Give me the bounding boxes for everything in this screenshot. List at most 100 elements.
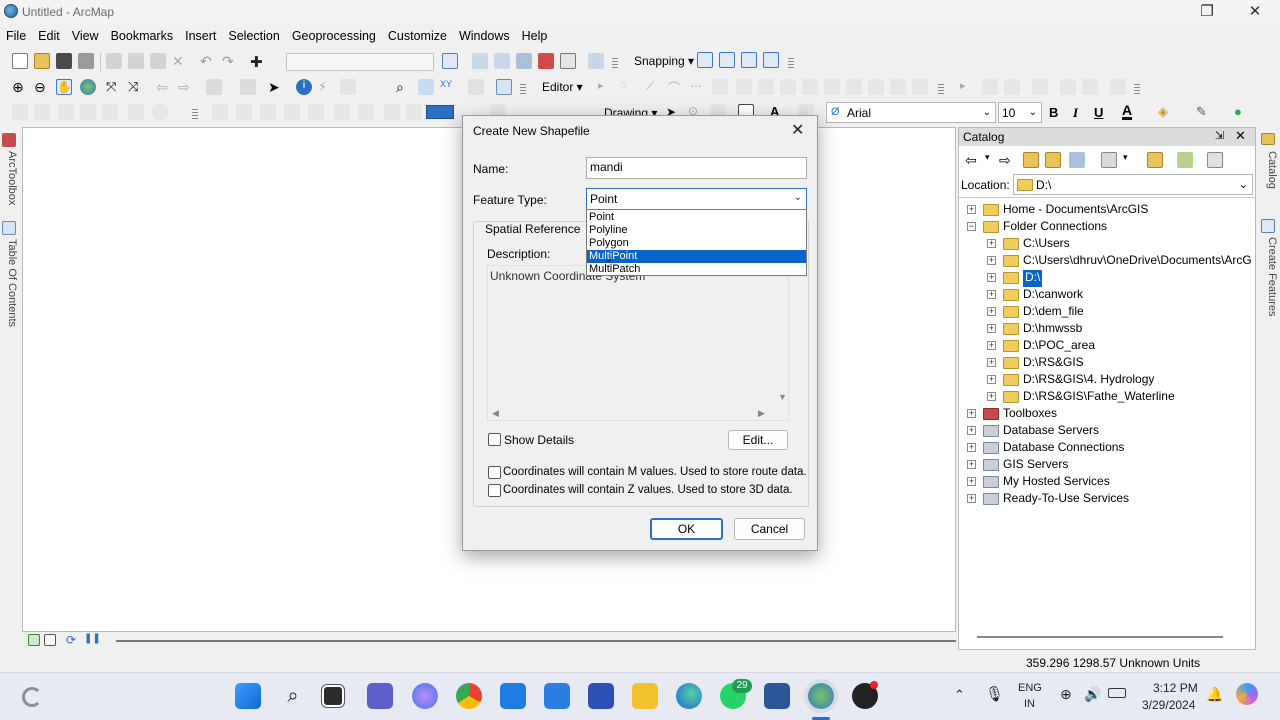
menu-customize[interactable]: Customize [382,26,453,43]
spatial-adjust-icon[interactable] [1032,79,1048,95]
georef-tool-4-icon[interactable] [284,104,300,120]
select-features-icon[interactable] [206,79,222,95]
edge-snapping-icon[interactable] [763,52,779,68]
paste-icon[interactable] [150,53,166,69]
go-to-xy-icon[interactable]: XY [440,79,456,95]
dialog-close-button[interactable]: ✕ [791,120,804,140]
search-window-icon[interactable] [516,53,532,69]
menu-edit[interactable]: Edit [32,26,66,43]
back-extent-icon[interactable]: ⇦ [156,79,172,95]
point-snapping-icon[interactable] [697,52,713,68]
tree-expander-icon[interactable]: + [967,409,976,418]
tree-expander-icon[interactable]: + [987,324,996,333]
font-color-button[interactable]: A [1122,103,1133,120]
create-features-icon[interactable] [890,79,906,95]
ok-button[interactable]: OK [650,518,723,540]
fill-color-swatch[interactable] [426,105,454,119]
attributes-icon[interactable] [846,79,862,95]
clock-date[interactable]: 3/29/2024 [1142,698,1195,712]
menu-help[interactable]: Help [516,26,554,43]
new-document-icon[interactable] [12,53,28,69]
cut-icon[interactable] [106,53,122,69]
chrome-icon[interactable] [456,683,482,709]
toolbar-grip[interactable] [1134,84,1140,96]
tree-expander-icon[interactable]: + [987,307,996,316]
option-multipatch[interactable]: MultiPatch [587,263,806,276]
fill-bucket-icon[interactable]: ◈ [1158,104,1174,120]
tab-create-features[interactable]: Create Features [1262,237,1278,316]
toolbar-grip[interactable] [938,84,944,96]
line-color-icon[interactable]: ✎ [1196,104,1212,120]
scroll-down-icon[interactable]: ▼ [778,392,787,402]
undo-icon[interactable]: ↶ [200,53,216,69]
fixed-zoom-layout-icon[interactable] [128,104,144,120]
chevron-up-icon[interactable]: ⌃ [954,687,965,703]
clear-selection-icon[interactable] [240,79,256,95]
option-polygon[interactable]: Polygon [587,237,806,250]
refresh-icon[interactable]: ⟳ [66,633,82,649]
layout-zoom-in-icon[interactable] [12,104,28,120]
show-details-checkbox[interactable] [488,433,501,446]
tree-expander-icon[interactable]: + [967,205,976,214]
description-box[interactable]: Unknown Coordinate System ▼ ◀ ▶ [487,265,789,421]
back-arrow-icon[interactable]: ⇦ [965,152,981,168]
menu-selection[interactable]: Selection [222,26,285,43]
scroll-left-icon[interactable]: ◀ [492,408,499,419]
zoom-100-icon[interactable] [102,104,118,120]
copilot-pre-icon[interactable] [1236,683,1258,705]
tree-item[interactable]: Toolboxes [1003,406,1057,423]
tab-catalog[interactable]: Catalog [1262,151,1278,189]
region-indicator[interactable]: IN [1024,698,1035,710]
html-popup-icon[interactable] [340,79,356,95]
arcmap-taskbar-icon[interactable] [808,683,834,709]
redo-icon[interactable]: ↷ [222,53,238,69]
close-icon[interactable]: ✕ [1235,128,1246,144]
hyperlink-icon[interactable]: ⚡ [318,79,334,95]
fixed-zoom-out-icon[interactable]: ⤨ [128,79,144,95]
measure-icon[interactable] [1004,79,1020,95]
start-windows-icon[interactable] [235,683,261,709]
tree-item[interactable]: C:\Users [1023,236,1070,253]
task-view-icon[interactable] [321,684,345,708]
pin-icon[interactable]: ⇲ [1215,129,1224,142]
tree-expander-icon[interactable]: + [987,375,996,384]
tree-item[interactable]: Home - Documents\ArcGIS [1003,202,1148,219]
point-icon[interactable] [712,79,728,95]
zoom-whole-page-icon[interactable] [80,104,96,120]
close-window-button[interactable]: ✕ [1240,2,1270,20]
data-view-icon[interactable] [28,634,40,646]
delete-icon[interactable]: ✕ [172,53,188,69]
option-polyline[interactable]: Polyline [587,224,806,237]
tree-item[interactable]: Database Connections [1003,440,1124,457]
pan-hand-icon[interactable]: ✋ [56,79,72,95]
mail-icon[interactable] [500,683,526,709]
effects-tool-2-icon[interactable] [358,104,374,120]
tree-item[interactable]: C:\Users\dhruv\OneDrive\Documents\ArcG [1023,253,1252,270]
tree-expander-icon[interactable]: + [967,477,976,486]
effects-tool-1-icon[interactable] [334,104,350,120]
toolbar-grip[interactable] [612,58,618,70]
tree-expander-icon[interactable]: + [987,290,996,299]
edit-vertices-icon[interactable] [736,79,752,95]
connect-to-folder-icon[interactable] [1147,152,1163,168]
model-builder-icon[interactable] [588,53,604,69]
option-multipoint[interactable]: MultiPoint [587,250,806,263]
open-folder-icon[interactable] [34,53,50,69]
toolbar-grip[interactable] [520,84,526,96]
toggle-draft-icon[interactable] [152,104,168,120]
tree-item[interactable]: GIS Servers [1003,457,1068,474]
tree-expander-icon[interactable]: + [967,494,976,503]
georef-icon[interactable] [982,79,998,95]
tree-item[interactable]: D:\canwork [1023,287,1083,304]
reshape-feature-icon[interactable] [758,79,774,95]
tab-table-of-contents[interactable]: Table Of Contents [2,239,18,327]
scale-combobox[interactable] [286,53,434,71]
views-icon[interactable] [1101,152,1117,168]
tree-item[interactable]: D:\ [1023,270,1043,287]
create-viewer-window-icon[interactable] [496,79,512,95]
copy-icon[interactable] [128,53,144,69]
cut-polygons-icon[interactable] [780,79,796,95]
microphone-icon[interactable]: 🎙 [985,685,1004,703]
georef-tool-3-icon[interactable] [260,104,276,120]
underline-button[interactable]: U [1094,105,1103,120]
